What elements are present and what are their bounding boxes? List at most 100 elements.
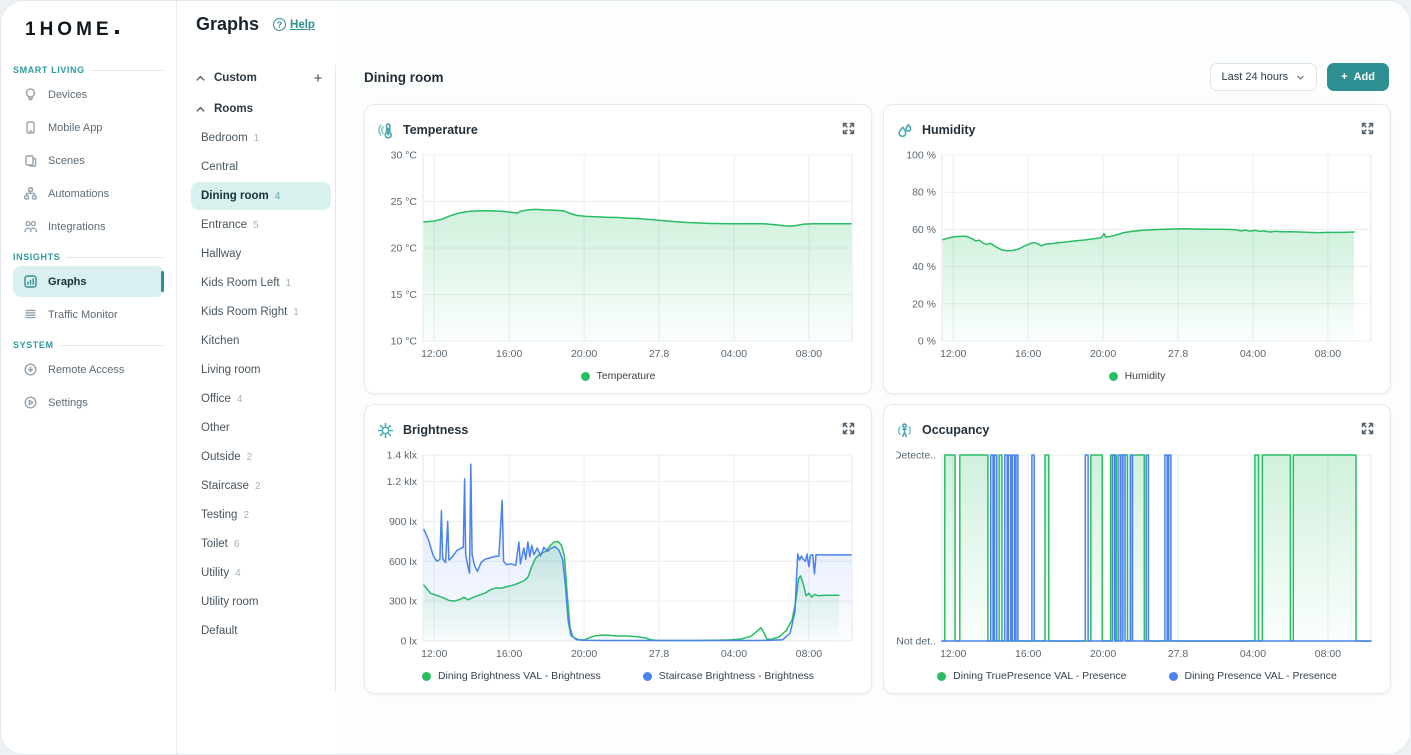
room-name: Entrance bbox=[201, 219, 247, 231]
room-item-kids-room-right[interactable]: Kids Room Right1 bbox=[191, 298, 331, 326]
plus-icon: + bbox=[1341, 71, 1347, 83]
room-item-staircase[interactable]: Staircase2 bbox=[191, 472, 331, 500]
chevron-down-icon bbox=[1296, 73, 1305, 82]
sidebar-item-automations[interactable]: Automations bbox=[13, 178, 164, 209]
sun-icon bbox=[377, 422, 394, 439]
sidebar-item-integrations[interactable]: Integrations bbox=[13, 211, 164, 242]
remote-access-icon bbox=[23, 362, 38, 377]
chart-legend: Dining TruePresence VAL - Presence Dining… bbox=[896, 670, 1378, 682]
legend-dot bbox=[422, 672, 431, 681]
legend-dot bbox=[643, 672, 652, 681]
expand-button[interactable] bbox=[841, 121, 859, 139]
svg-text:20 %: 20 % bbox=[912, 298, 936, 310]
room-name: Toilet bbox=[201, 538, 228, 550]
legend-item[interactable]: Dining TruePresence VAL - Presence bbox=[937, 670, 1126, 682]
sidebar-item-label: Mobile App bbox=[48, 122, 102, 134]
room-name: Utility room bbox=[201, 596, 259, 608]
sidebar-section-label: SYSTEM bbox=[13, 340, 164, 350]
add-custom-graph-button[interactable]: + bbox=[309, 69, 327, 87]
expand-button[interactable] bbox=[1360, 121, 1378, 139]
legend-item[interactable]: Dining Brightness VAL - Brightness bbox=[422, 670, 601, 682]
room-item-office[interactable]: Office4 bbox=[191, 385, 331, 413]
room-name: Kitchen bbox=[201, 335, 239, 347]
sidebar-item-graphs[interactable]: Graphs bbox=[13, 266, 164, 297]
sidebar-section-label: INSIGHTS bbox=[13, 252, 164, 262]
svg-text:30 °C: 30 °C bbox=[391, 150, 418, 162]
sidebar-item-label: Integrations bbox=[48, 221, 105, 233]
occupancy-icon bbox=[896, 422, 913, 439]
group-rooms[interactable]: Rooms bbox=[191, 95, 331, 123]
svg-text:04:00: 04:00 bbox=[1240, 648, 1266, 660]
chevron-up-icon bbox=[195, 104, 206, 115]
expand-button[interactable] bbox=[841, 421, 859, 439]
svg-text:12:00: 12:00 bbox=[421, 648, 447, 660]
sidebar-item-mobile-app[interactable]: Mobile App bbox=[13, 112, 164, 143]
page-title: Graphs bbox=[196, 14, 259, 35]
svg-text:600 lx: 600 lx bbox=[389, 556, 418, 568]
legend-item[interactable]: Staircase Brightness - Brightness bbox=[643, 670, 814, 682]
svg-text:100 %: 100 % bbox=[906, 150, 936, 162]
group-rooms-label: Rooms bbox=[214, 103, 327, 115]
svg-text:04:00: 04:00 bbox=[721, 348, 747, 360]
room-item-central[interactable]: Central bbox=[191, 153, 331, 181]
expand-icon bbox=[1360, 121, 1375, 136]
app-window: 1HOME SMART LIVINGDevicesMobile AppScene… bbox=[0, 0, 1411, 755]
sidebar-item-devices[interactable]: Devices bbox=[13, 79, 164, 110]
sidebar-item-label: Remote Access bbox=[48, 364, 124, 376]
bulb-icon bbox=[23, 87, 38, 102]
room-item-utility-room[interactable]: Utility room bbox=[191, 588, 331, 616]
room-count: 2 bbox=[247, 452, 253, 463]
expand-icon bbox=[1360, 421, 1375, 436]
room-item-other[interactable]: Other bbox=[191, 414, 331, 442]
room-item-kids-room-left[interactable]: Kids Room Left1 bbox=[191, 269, 331, 297]
phone-icon bbox=[23, 120, 38, 135]
automation-icon bbox=[23, 186, 38, 201]
room-item-dining-room[interactable]: Dining room4 bbox=[191, 182, 331, 210]
sidebar-item-remote-access[interactable]: Remote Access bbox=[13, 354, 164, 385]
room-name: Dining room bbox=[201, 190, 269, 202]
room-item-entrance[interactable]: Entrance5 bbox=[191, 211, 331, 239]
legend-item[interactable]: Humidity bbox=[1109, 370, 1166, 382]
room-name: Living room bbox=[201, 364, 260, 376]
room-item-kitchen[interactable]: Kitchen bbox=[191, 327, 331, 355]
legend-item[interactable]: Dining Presence VAL - Presence bbox=[1169, 670, 1337, 682]
room-name: Testing bbox=[201, 509, 237, 521]
room-item-testing[interactable]: Testing2 bbox=[191, 501, 331, 529]
svg-text:1.4 klx: 1.4 klx bbox=[387, 450, 418, 462]
chart-canvas-occupancy: Detecte..Not det..12:0016:0020:0027.804:… bbox=[896, 445, 1378, 667]
svg-text:04:00: 04:00 bbox=[721, 648, 747, 660]
group-custom-label: Custom bbox=[214, 72, 301, 84]
sidebar-item-scenes[interactable]: Scenes bbox=[13, 145, 164, 176]
sidebar-item-label: Traffic Monitor bbox=[48, 309, 118, 321]
help-icon: ? bbox=[273, 18, 286, 31]
room-item-toilet[interactable]: Toilet6 bbox=[191, 530, 331, 558]
legend-dot bbox=[1169, 672, 1178, 681]
svg-text:27.8: 27.8 bbox=[1168, 348, 1189, 360]
room-item-bedroom[interactable]: Bedroom1 bbox=[191, 124, 331, 152]
legend-dot bbox=[581, 372, 590, 381]
chart-legend: Dining Brightness VAL - Brightness Stairc… bbox=[377, 670, 859, 682]
svg-text:08:00: 08:00 bbox=[796, 648, 822, 660]
time-range-select[interactable]: Last 24 hours bbox=[1210, 63, 1318, 91]
svg-text:0 %: 0 % bbox=[918, 336, 936, 348]
room-count: 1 bbox=[254, 133, 260, 144]
room-item-outside[interactable]: Outside2 bbox=[191, 443, 331, 471]
sidebar-item-label: Settings bbox=[48, 397, 88, 409]
sidebar-item-traffic-monitor[interactable]: Traffic Monitor bbox=[13, 299, 164, 330]
traffic-icon bbox=[23, 307, 38, 322]
svg-text:10 °C: 10 °C bbox=[391, 336, 418, 348]
room-item-living-room[interactable]: Living room bbox=[191, 356, 331, 384]
sidebar-item-label: Devices bbox=[48, 89, 87, 101]
room-name: Central bbox=[201, 161, 238, 173]
legend-item[interactable]: Temperature bbox=[581, 370, 656, 382]
add-button[interactable]: +Add bbox=[1327, 63, 1389, 91]
room-item-hallway[interactable]: Hallway bbox=[191, 240, 331, 268]
expand-button[interactable] bbox=[1360, 421, 1378, 439]
help-link[interactable]: ? Help bbox=[273, 18, 315, 31]
room-item-default[interactable]: Default bbox=[191, 617, 331, 645]
chevron-up-icon bbox=[195, 73, 206, 84]
group-custom[interactable]: Custom + bbox=[191, 61, 331, 95]
sidebar-item-settings[interactable]: Settings bbox=[13, 387, 164, 418]
room-item-utility[interactable]: Utility4 bbox=[191, 559, 331, 587]
svg-text:08:00: 08:00 bbox=[1315, 648, 1341, 660]
